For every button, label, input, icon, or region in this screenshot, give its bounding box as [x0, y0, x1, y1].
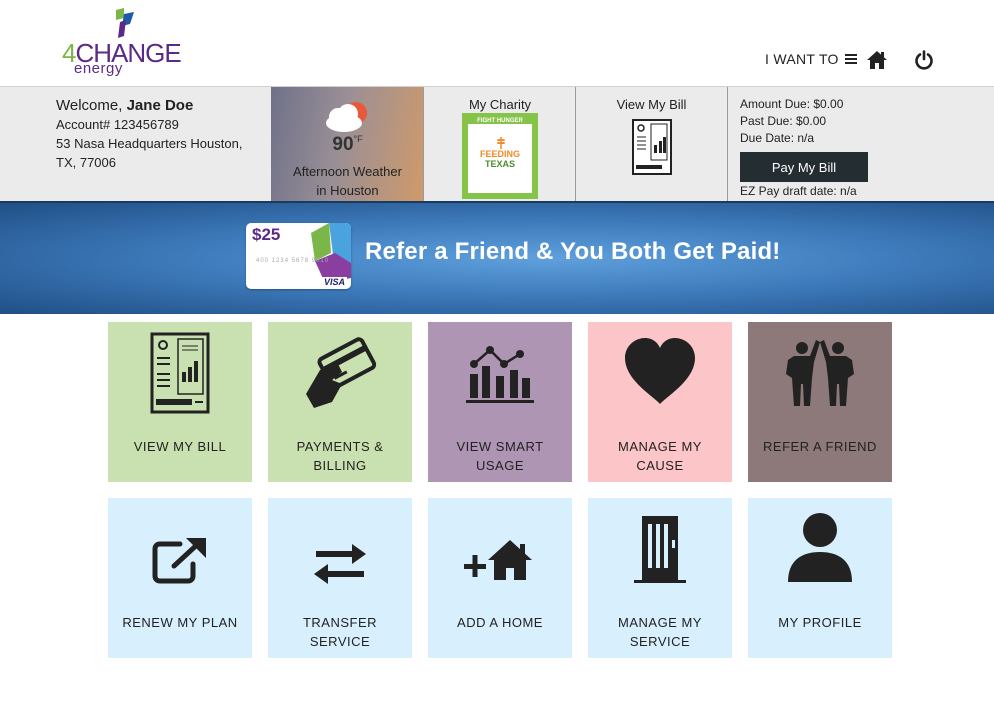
tile-label: RENEW MY PLAN [122, 615, 238, 630]
hamburger-icon [844, 52, 857, 66]
logo-mark-icon [116, 8, 134, 38]
charity-title: My Charity [468, 97, 532, 112]
high-five-icon [786, 340, 854, 406]
tile-label: ADD A HOME [457, 615, 543, 630]
home-icon[interactable] [866, 50, 888, 70]
charity-name: FEEDING TEXAS [479, 149, 520, 169]
refer-friend-banner[interactable]: $25 400 1234 5678 9010 VISA Refer a Frie… [0, 201, 994, 314]
tile-label: VIEW SMART USAGE [456, 439, 544, 473]
weather-label: Afternoon Weather in Houston [293, 164, 402, 198]
tile-label: VIEW MY BILL [133, 439, 227, 454]
tile-add-a-home[interactable]: ADD A HOME [428, 498, 572, 658]
account-info-bar: Welcome, Jane Doe Account# 123456789 53 … [0, 86, 994, 202]
gift-card-numbers: 400 1234 5678 9010 [256, 258, 330, 264]
my-charity-widget[interactable]: My Charity FIGHT HUNGER FEEDING TEXAS [424, 87, 576, 202]
address-line1: 53 Nasa Headquarters Houston, [56, 136, 243, 151]
usage-chart-icon [466, 346, 534, 403]
tile-my-profile[interactable]: MY PROFILE [748, 498, 892, 658]
account-summary: Welcome, Jane Doe Account# 123456789 53 … [56, 96, 242, 172]
divider [727, 87, 728, 202]
i-want-to-label: I WANT TO [765, 51, 839, 67]
gift-card-image: $25 400 1234 5678 9010 VISA [246, 223, 351, 289]
tile-renew-my-plan[interactable]: RENEW MY PLAN [108, 498, 252, 658]
power-icon[interactable] [914, 50, 934, 70]
welcome-line: Welcome, Jane Doe [56, 97, 194, 114]
tile-label: MY PROFILE [778, 615, 862, 630]
add-home-icon [464, 540, 532, 580]
external-link-icon [152, 538, 206, 584]
view-my-bill-widget[interactable]: View My Bill [576, 87, 727, 202]
tile-manage-my-service[interactable]: MANAGE MY SERVICE [588, 498, 732, 658]
weather-widget[interactable]: 90°F Afternoon Weather in Houston [271, 87, 424, 202]
charity-logo: FIGHT HUNGER FEEDING TEXAS [462, 113, 538, 199]
ez-pay-draft-date: EZ Pay draft date: n/a [740, 184, 857, 198]
amount-due: Amount Due: $0.00 [740, 97, 844, 111]
banner-text: Refer a Friend & You Both Get Paid! [365, 238, 781, 265]
tile-transfer-service[interactable]: TRANSFER SERVICE [268, 498, 412, 658]
due-date: Due Date: n/a [740, 131, 815, 145]
past-due: Past Due: $0.00 [740, 114, 827, 128]
bill-icon [632, 119, 672, 175]
tile-view-my-bill[interactable]: VIEW MY BILL [108, 322, 252, 482]
bill-icon [150, 332, 210, 414]
brand-logo[interactable]: 4CHANGE energy [62, 8, 182, 78]
user-icon [788, 513, 852, 582]
account-number: Account# 123456789 [56, 117, 179, 132]
gift-card-amount: $25 [252, 225, 281, 244]
tile-label: MANAGE MY SERVICE [618, 615, 702, 649]
logo-subtitle: energy [74, 60, 123, 77]
wheat-icon [497, 137, 505, 149]
header: 4CHANGE energy I WANT TO [0, 0, 994, 86]
user-name: Jane Doe [126, 97, 194, 114]
pay-my-bill-button[interactable]: Pay My Bill [740, 152, 868, 182]
tile-manage-my-cause[interactable]: MANAGE MY CAUSE [588, 322, 732, 482]
transfer-arrows-icon [314, 544, 366, 584]
charity-badge-top: FIGHT HUNGER [468, 118, 532, 124]
partly-cloudy-icon [326, 102, 367, 132]
tile-label: REFER A FRIEND [763, 439, 877, 454]
address-line2: TX, 77006 [56, 155, 116, 170]
tile-label: MANAGE MY CAUSE [618, 439, 702, 473]
tile-label: PAYMENTS & BILLING [296, 439, 384, 473]
weather-temperature: 90°F [332, 134, 363, 155]
visa-logo: VISA [321, 277, 347, 287]
tile-payments-billing[interactable]: PAYMENTS & BILLING [268, 322, 412, 482]
heart-icon [625, 338, 695, 404]
credit-card-hand-icon [306, 337, 377, 408]
tile-label: TRANSFER SERVICE [302, 615, 378, 649]
door-icon [634, 516, 686, 583]
bill-amounts: Amount Due: $0.00 Past Due: $0.00 Due Da… [740, 96, 843, 147]
tile-view-smart-usage[interactable]: VIEW SMART USAGE [428, 322, 572, 482]
tile-refer-a-friend[interactable]: REFER A FRIEND [748, 322, 892, 482]
view-bill-title: View My Bill [616, 97, 687, 112]
i-want-to-menu[interactable]: I WANT TO [765, 51, 857, 67]
